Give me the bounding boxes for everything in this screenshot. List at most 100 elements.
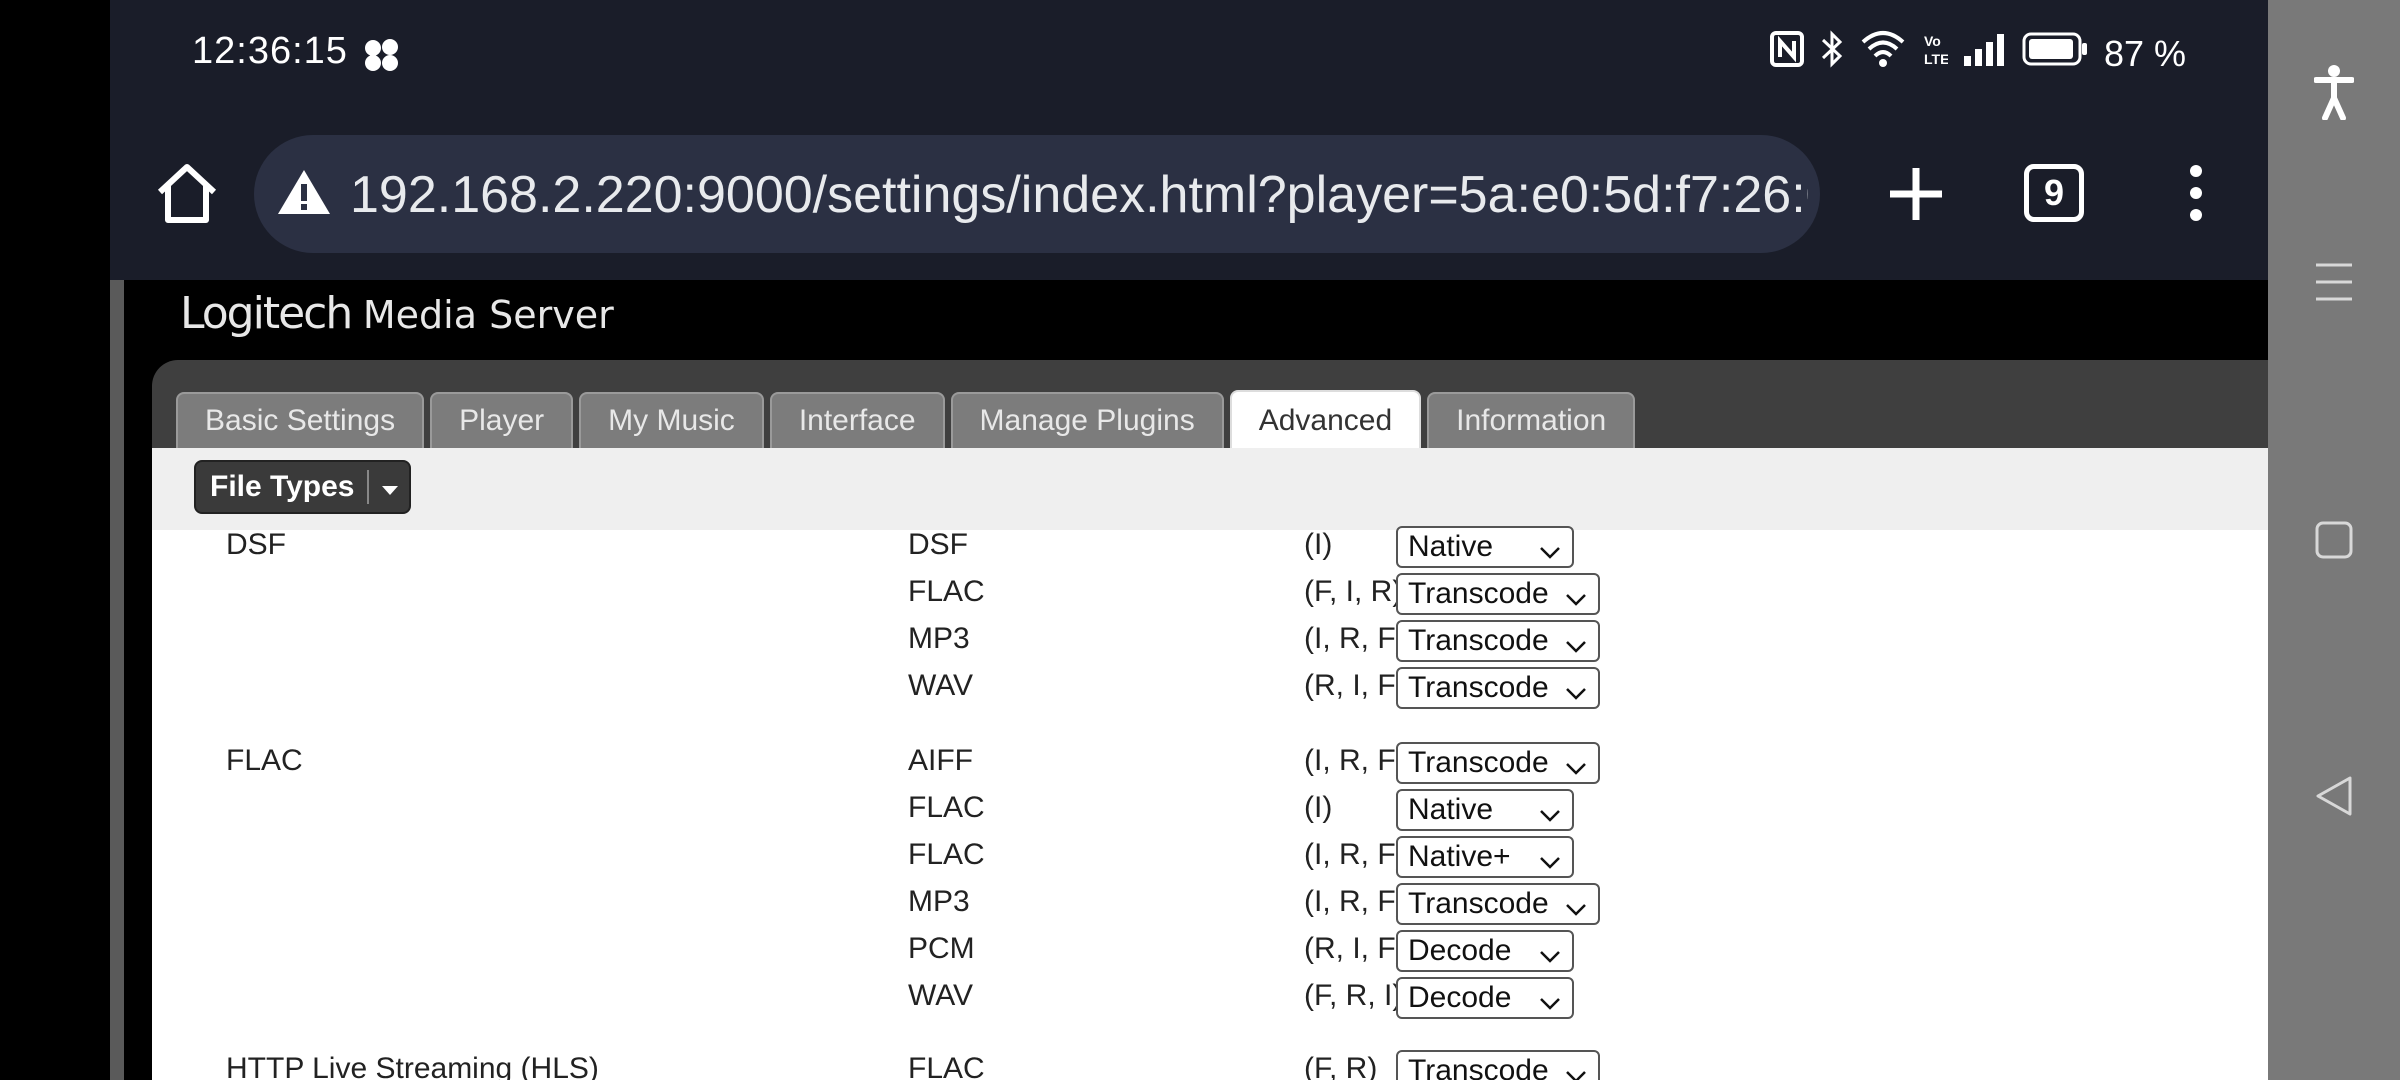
conversion-flags: (R, I, F) bbox=[1304, 932, 1406, 965]
section-dropdown-label: File Types bbox=[210, 470, 355, 503]
tab-player[interactable]: Player bbox=[430, 392, 574, 448]
output-format: FLAC bbox=[908, 838, 985, 871]
conversion-flags: (I, R, F) bbox=[1304, 744, 1406, 777]
mode-select[interactable]: Decode bbox=[1396, 930, 1574, 972]
mode-select[interactable]: Native bbox=[1396, 789, 1574, 831]
chevron-down-icon bbox=[1564, 1060, 1588, 1080]
output-format: PCM bbox=[908, 932, 975, 965]
mode-select[interactable]: Transcode bbox=[1396, 742, 1600, 784]
bluetooth-icon bbox=[1820, 30, 1844, 77]
input-format: FLAC bbox=[226, 744, 303, 777]
output-format: FLAC bbox=[908, 1052, 985, 1080]
tab-basic-settings[interactable]: Basic Settings bbox=[176, 392, 425, 448]
svg-text:LTE: LTE bbox=[1924, 51, 1948, 67]
table-row: WAV (F, R, I) Decode bbox=[152, 977, 2268, 1025]
chevron-down-icon bbox=[1538, 846, 1562, 880]
url-text[interactable]: 192.168.2.220:9000/settings/index.html?p… bbox=[350, 165, 1808, 225]
chevron-down-icon bbox=[1538, 940, 1562, 974]
table-row: DSF DSF (I) Native bbox=[152, 526, 2268, 574]
settings-tabs: Basic Settings Player My Music Interface… bbox=[176, 390, 1636, 450]
lms-logo: Logitech Media Server bbox=[180, 288, 614, 339]
back-icon[interactable] bbox=[2268, 756, 2400, 836]
screen-bezel bbox=[0, 0, 110, 1080]
chevron-down-icon bbox=[1538, 536, 1562, 570]
mode-select[interactable]: Transcode bbox=[1396, 667, 1600, 709]
tab-manage-plugins[interactable]: Manage Plugins bbox=[950, 392, 1224, 448]
conversion-flags: (I) bbox=[1304, 528, 1333, 561]
android-nav-bar bbox=[2268, 0, 2400, 1080]
chevron-down-icon bbox=[1564, 677, 1588, 711]
more-menu-icon[interactable] bbox=[2186, 158, 2206, 228]
volte-icon: Vo LTE bbox=[1922, 30, 1949, 77]
dropdown-separator bbox=[366, 470, 369, 504]
status-bar: 12:36:15 Vo LTE 87 % bbox=[110, 0, 2268, 110]
table-row: PCM (R, I, F) Decode bbox=[152, 930, 2268, 978]
mode-select[interactable]: Transcode bbox=[1396, 1050, 1600, 1080]
mode-value: Transcode bbox=[1408, 624, 1549, 657]
home-icon[interactable] bbox=[152, 158, 222, 228]
table-row: HTTP Live Streaming (HLS) FLAC (F, R) Tr… bbox=[152, 1050, 2268, 1080]
table-row: MP3 (I, R, F) Transcode bbox=[152, 620, 2268, 668]
output-format: AIFF bbox=[908, 744, 973, 777]
address-bar[interactable]: 192.168.2.220:9000/settings/index.html?p… bbox=[254, 135, 1820, 253]
home-button-icon[interactable] bbox=[2268, 500, 2400, 580]
notification-app-icon bbox=[362, 38, 402, 77]
chevron-down-icon bbox=[1538, 987, 1562, 1021]
web-content: Logitech Media Server Basic Settings Pla… bbox=[110, 280, 2268, 1080]
page-edge bbox=[110, 280, 124, 1080]
mode-select[interactable]: Transcode bbox=[1396, 883, 1600, 925]
output-format: DSF bbox=[908, 528, 968, 561]
tab-information[interactable]: Information bbox=[1427, 392, 1636, 448]
table-row: FLAC (I, R, F) Native+ bbox=[152, 836, 2268, 884]
battery-icon bbox=[2022, 32, 2088, 75]
tab-advanced[interactable]: Advanced bbox=[1229, 390, 1422, 450]
mode-value: Transcode bbox=[1408, 1054, 1549, 1080]
wifi-icon bbox=[1860, 30, 1906, 77]
section-dropdown[interactable]: File Types bbox=[194, 460, 411, 514]
mode-value: Transcode bbox=[1408, 887, 1549, 920]
browser-toolbar: 192.168.2.220:9000/settings/index.html?p… bbox=[110, 128, 2268, 258]
nfc-icon bbox=[1769, 31, 1804, 76]
table-row: FLAC (I) Native bbox=[152, 789, 2268, 837]
chevron-down-icon bbox=[1564, 583, 1588, 617]
output-format: FLAC bbox=[908, 575, 985, 608]
conversion-flags: (R, I, F) bbox=[1304, 669, 1406, 702]
new-tab-icon[interactable] bbox=[1876, 154, 1956, 234]
mode-select[interactable]: Decode bbox=[1396, 977, 1574, 1019]
conversion-flags: (I, R, F) bbox=[1304, 838, 1406, 871]
mode-value: Native bbox=[1408, 530, 1494, 563]
logo-title: Media Server bbox=[362, 293, 614, 337]
conversion-flags: (I, R, F) bbox=[1304, 885, 1406, 918]
chevron-down-icon bbox=[381, 470, 399, 504]
tab-switcher-button[interactable]: 9 bbox=[2024, 164, 2084, 222]
accessibility-icon[interactable] bbox=[2268, 52, 2400, 132]
input-format: DSF bbox=[226, 528, 286, 561]
input-format: HTTP Live Streaming (HLS) bbox=[226, 1052, 599, 1080]
mode-value: Decode bbox=[1408, 981, 1512, 1014]
mode-select[interactable]: Native+ bbox=[1396, 836, 1574, 878]
mode-select[interactable]: Native bbox=[1396, 526, 1574, 568]
output-format: FLAC bbox=[908, 791, 985, 824]
recents-menu-icon[interactable] bbox=[2268, 242, 2400, 322]
section-bar bbox=[152, 448, 2268, 530]
tab-interface[interactable]: Interface bbox=[769, 392, 945, 448]
chevron-down-icon bbox=[1538, 799, 1562, 833]
not-secure-warning-icon[interactable] bbox=[276, 167, 332, 222]
tab-count: 9 bbox=[2043, 172, 2065, 213]
conversion-flags: (F, R) bbox=[1304, 1052, 1378, 1080]
table-row: FLAC (F, I, R) Transcode bbox=[152, 573, 2268, 621]
conversion-flags: (F, I, R) bbox=[1304, 575, 1403, 608]
mode-value: Decode bbox=[1408, 934, 1512, 967]
mode-select[interactable]: Transcode bbox=[1396, 620, 1600, 662]
mode-select[interactable]: Transcode bbox=[1396, 573, 1600, 615]
signal-icon bbox=[1963, 33, 2006, 75]
svg-text:Vo: Vo bbox=[1924, 33, 1941, 49]
conversion-flags: (I, R, F) bbox=[1304, 622, 1406, 655]
tab-my-music[interactable]: My Music bbox=[579, 392, 764, 448]
conversion-flags: (F, R, I) bbox=[1304, 979, 1403, 1012]
file-types-table: DSF DSF (I) Native FLAC (F, I, R) Transc… bbox=[152, 526, 2268, 1080]
status-icons: Vo LTE 87 % bbox=[1769, 30, 2186, 77]
status-time: 12:36:15 bbox=[192, 30, 348, 72]
conversion-flags: (I) bbox=[1304, 791, 1333, 824]
chevron-down-icon bbox=[1564, 752, 1588, 786]
